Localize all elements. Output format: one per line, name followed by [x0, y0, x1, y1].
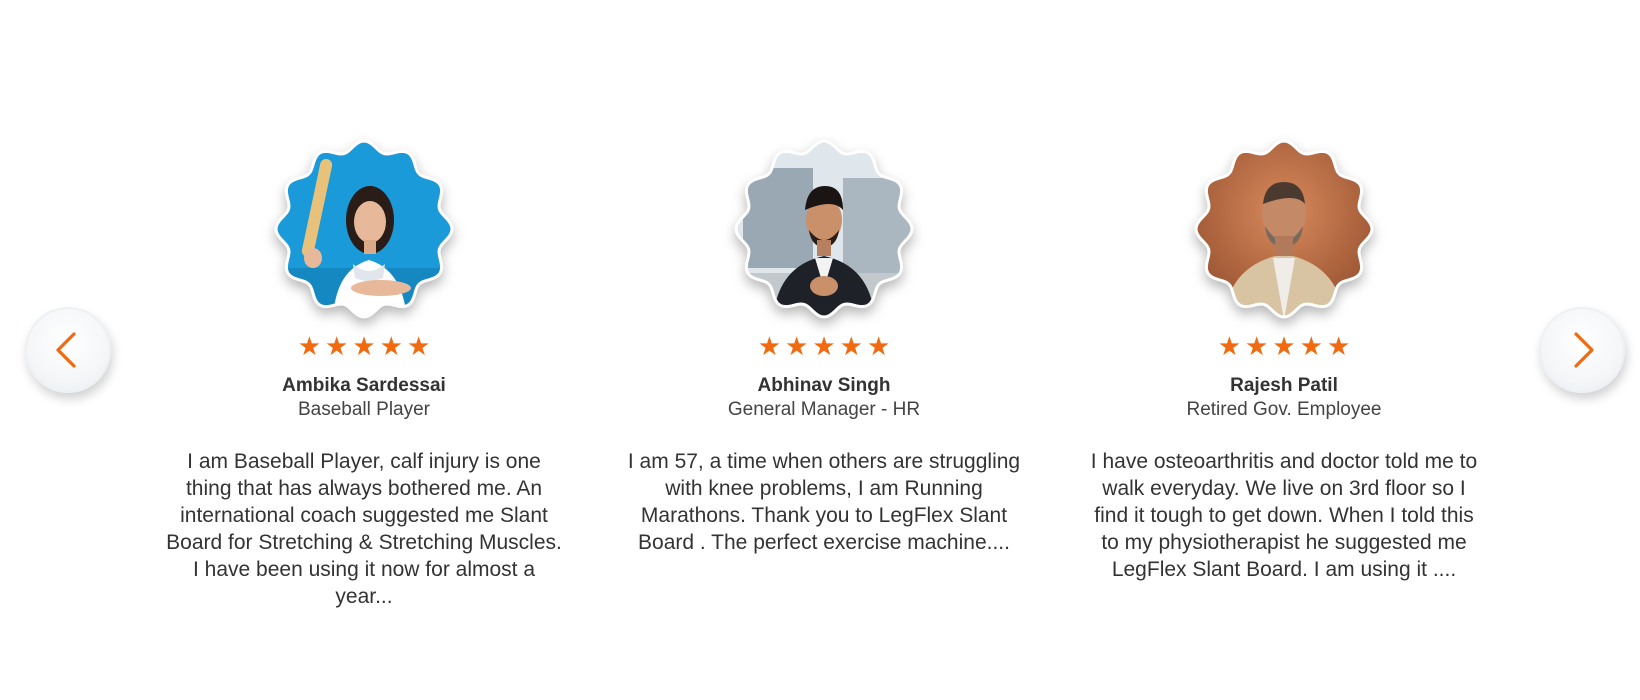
reviewer-name: Rajesh Patil — [1230, 375, 1338, 396]
star-icon: ★ — [1217, 332, 1242, 362]
star-icon: ★ — [1245, 332, 1269, 362]
star-icon: ★ — [352, 332, 376, 362]
testimonial-card: ★ ★ ★ ★ ★ Abhinav Singh General Manager … — [614, 138, 1034, 556]
next-button[interactable] — [1539, 307, 1625, 393]
star-icon: ★ — [785, 332, 809, 362]
avatar — [733, 138, 915, 320]
star-icon: ★ — [757, 332, 782, 362]
avatar — [273, 138, 455, 320]
star-icon: ★ — [1299, 332, 1323, 362]
testimonial-text: I am Baseball Player, calf injury is one… — [166, 450, 562, 608]
star-icon: ★ — [1326, 332, 1351, 362]
reviewer-name: Ambika Sardessai — [282, 375, 446, 396]
testimonial-card: ★ ★ ★ ★ ★ Rajesh Patil Retired Gov. Empl… — [1074, 138, 1494, 583]
star-icon: ★ — [297, 332, 322, 362]
rating-stars: ★ ★ ★ ★ ★ — [614, 334, 1034, 360]
rating-stars: ★ ★ ★ ★ ★ — [154, 334, 574, 360]
previous-button[interactable] — [25, 307, 111, 393]
star-icon: ★ — [866, 332, 891, 362]
reviewer-role: Baseball Player — [297, 399, 431, 420]
reviewer-role: Retired Gov. Employee — [1186, 399, 1382, 420]
testimonial-text: I am 57, a time when others are struggli… — [627, 450, 1021, 554]
star-icon: ★ — [379, 332, 403, 362]
star-icon: ★ — [839, 332, 863, 362]
testimonial-carousel: ★ ★ ★ ★ ★ Ambika Sardessai Baseball Play… — [0, 0, 1640, 700]
rating-stars: ★ ★ ★ ★ ★ — [1074, 334, 1494, 360]
star-icon: ★ — [1272, 332, 1296, 362]
chevron-left-icon — [56, 332, 76, 368]
star-icon: ★ — [812, 332, 836, 362]
testimonial-card: ★ ★ ★ ★ ★ Ambika Sardessai Baseball Play… — [154, 138, 574, 610]
star-icon: ★ — [406, 332, 431, 362]
reviewer-role: General Manager - HR — [727, 399, 921, 420]
chevron-right-icon — [1574, 332, 1594, 368]
avatar — [1193, 138, 1375, 320]
reviewer-name: Abhinav Singh — [757, 375, 891, 396]
star-icon: ★ — [325, 332, 349, 362]
testimonial-text: I have osteoarthritis and doctor told me… — [1090, 450, 1478, 581]
